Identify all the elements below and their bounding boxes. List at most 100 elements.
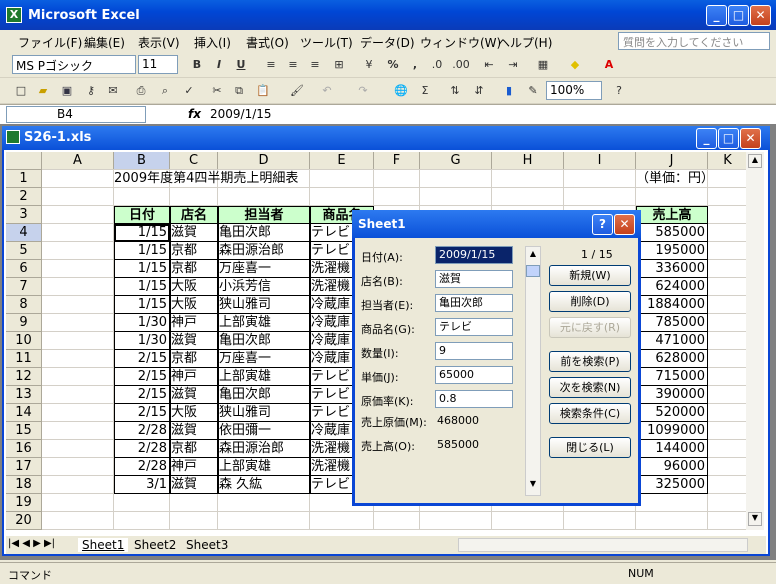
table-cell[interactable]: 2/28: [114, 440, 170, 458]
help-icon[interactable]: ?: [610, 82, 628, 100]
table-cell[interactable]: 滋賀: [170, 476, 218, 494]
font-color-icon[interactable]: A: [600, 56, 618, 74]
table-cell[interactable]: 144000: [636, 440, 708, 458]
minimize-button[interactable]: _: [706, 5, 727, 26]
table-cell[interactable]: 亀田次郎: [218, 224, 310, 242]
row-header[interactable]: 14: [6, 404, 42, 422]
menu-insert[interactable]: 挿入(I): [194, 34, 231, 51]
column-header[interactable]: C: [170, 152, 218, 170]
select-all-corner[interactable]: [6, 152, 42, 170]
row-header[interactable]: 18: [6, 476, 42, 494]
header-cell[interactable]: 売上高: [636, 206, 708, 224]
table-cell[interactable]: 471000: [636, 332, 708, 350]
table-cell[interactable]: 3/1: [114, 476, 170, 494]
table-cell[interactable]: 京都: [170, 440, 218, 458]
table-cell[interactable]: 万座喜一: [218, 350, 310, 368]
format-painter-icon[interactable]: 🖌: [288, 82, 306, 100]
tab-scroll-icon[interactable]: |◀ ◀ ▶ ▶|: [8, 538, 55, 549]
row-header[interactable]: 7: [6, 278, 42, 296]
row-header[interactable]: 11: [6, 350, 42, 368]
row-header[interactable]: 3: [6, 206, 42, 224]
scroll-up-icon[interactable]: ▲: [748, 154, 762, 168]
table-cell[interactable]: 1/15: [114, 224, 170, 242]
name-box[interactable]: B4: [6, 106, 146, 123]
tab-sheet3[interactable]: Sheet3: [186, 538, 228, 552]
outdent-icon[interactable]: ⇤: [480, 56, 498, 74]
open-icon[interactable]: ▰: [34, 82, 52, 100]
column-header[interactable]: H: [492, 152, 564, 170]
column-header[interactable]: I: [564, 152, 636, 170]
table-cell[interactable]: 2/28: [114, 458, 170, 476]
autosum-icon[interactable]: Σ: [416, 82, 434, 100]
row-header[interactable]: 2: [6, 188, 42, 206]
close-dialog-button[interactable]: 閉じる(L): [549, 437, 631, 458]
table-cell[interactable]: 2/15: [114, 368, 170, 386]
row-header[interactable]: 5: [6, 242, 42, 260]
font-size-select[interactable]: 11: [138, 55, 178, 74]
new-file-icon[interactable]: □: [12, 82, 30, 100]
bold-icon[interactable]: B: [188, 56, 206, 74]
column-header[interactable]: E: [310, 152, 374, 170]
tab-sheet1[interactable]: Sheet1: [78, 538, 129, 552]
drawing-icon[interactable]: ✎: [524, 82, 542, 100]
table-cell[interactable]: 390000: [636, 386, 708, 404]
restore-button[interactable]: 元に戻す(R): [549, 317, 631, 338]
table-cell[interactable]: 1884000: [636, 296, 708, 314]
menu-window[interactable]: ウィンドウ(W): [420, 34, 501, 51]
currency-icon[interactable]: ¥: [360, 56, 378, 74]
comma-icon[interactable]: ,: [406, 56, 424, 74]
row-header[interactable]: 9: [6, 314, 42, 332]
table-cell[interactable]: 715000: [636, 368, 708, 386]
column-header[interactable]: B: [114, 152, 170, 170]
table-cell[interactable]: 628000: [636, 350, 708, 368]
field-input[interactable]: テレビ: [435, 318, 513, 336]
decrease-decimal-icon[interactable]: .00: [452, 56, 470, 74]
row-header[interactable]: 19: [6, 494, 42, 512]
find-prev-button[interactable]: 前を検索(P): [549, 351, 631, 372]
record-up-icon[interactable]: ▲: [526, 249, 540, 263]
row-header[interactable]: 16: [6, 440, 42, 458]
dialog-close-icon[interactable]: ✕: [614, 214, 635, 235]
column-header[interactable]: F: [374, 152, 420, 170]
table-cell[interactable]: 336000: [636, 260, 708, 278]
dialog-help-button[interactable]: ?: [592, 214, 613, 235]
copy-icon[interactable]: ⧉: [230, 82, 248, 100]
font-name-select[interactable]: MS Pゴシック: [12, 55, 136, 74]
table-cell[interactable]: 亀田次郎: [218, 332, 310, 350]
header-cell[interactable]: 店名: [170, 206, 218, 224]
criteria-button[interactable]: 検索条件(C): [549, 403, 631, 424]
table-cell[interactable]: 上部寅雄: [218, 368, 310, 386]
column-header[interactable]: A: [42, 152, 114, 170]
header-cell[interactable]: 担当者: [218, 206, 310, 224]
column-header[interactable]: G: [420, 152, 492, 170]
table-cell[interactable]: 大阪: [170, 278, 218, 296]
permission-icon[interactable]: ⚷: [82, 82, 100, 100]
new-record-button[interactable]: 新規(W): [549, 265, 631, 286]
row-header[interactable]: 12: [6, 368, 42, 386]
table-cell[interactable]: 滋賀: [170, 332, 218, 350]
table-cell[interactable]: 小浜芳信: [218, 278, 310, 296]
table-cell[interactable]: 狭山雅司: [218, 404, 310, 422]
field-input[interactable]: 亀田次郎: [435, 294, 513, 312]
menu-help[interactable]: ヘルプ(H): [498, 34, 552, 51]
print-icon[interactable]: ⎙: [132, 82, 150, 100]
table-cell[interactable]: 325000: [636, 476, 708, 494]
row-header[interactable]: 4: [6, 224, 42, 242]
close-button[interactable]: ✕: [750, 5, 771, 26]
table-cell[interactable]: 万座喜一: [218, 260, 310, 278]
help-search-input[interactable]: 質問を入力してください: [618, 32, 770, 50]
table-cell[interactable]: 依田彌一: [218, 422, 310, 440]
table-cell[interactable]: 滋賀: [170, 386, 218, 404]
row-header[interactable]: 1: [6, 170, 42, 188]
table-cell[interactable]: 1/15: [114, 296, 170, 314]
menu-file[interactable]: ファイル(F): [18, 34, 82, 51]
formula-input[interactable]: 2009/1/15: [210, 107, 272, 121]
table-cell[interactable]: 96000: [636, 458, 708, 476]
wb-maximize-button[interactable]: □: [718, 128, 739, 149]
table-cell[interactable]: 上部寅雄: [218, 458, 310, 476]
menu-tools[interactable]: ツール(T): [300, 34, 353, 51]
table-cell[interactable]: 神戸: [170, 458, 218, 476]
hyperlink-icon[interactable]: 🌐: [392, 82, 410, 100]
redo-icon[interactable]: ↷: [354, 82, 372, 100]
header-cell[interactable]: 日付: [114, 206, 170, 224]
